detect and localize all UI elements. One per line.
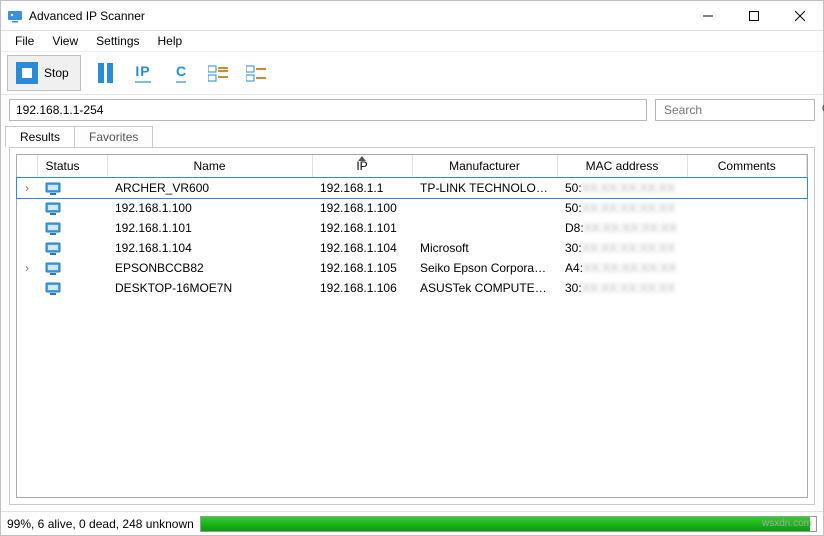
cell-name: 192.168.1.104 [107,238,312,258]
tab-favorites[interactable]: Favorites [74,126,153,147]
cell-status [37,278,107,298]
computer-icon [45,222,61,234]
col-ip[interactable]: IP [312,155,412,178]
computer-icon [45,202,61,214]
cell-name: 192.168.1.100 [107,198,312,218]
cell-name: ARCHER_VR600 [107,178,312,199]
cell-mac: D8:XX:XX:XX:XX:XX [557,218,687,238]
cell-manufacturer [412,218,557,238]
cell-ip: 192.168.1.1 [312,178,412,199]
cell-comments [687,218,807,238]
close-button[interactable] [777,1,823,31]
table-row[interactable]: 192.168.1.100192.168.1.100 50:XX:XX:XX:XX… [17,198,807,218]
col-manufacturer[interactable]: Manufacturer [412,155,557,178]
table-row[interactable]: 192.168.1.101192.168.1.101 D8:XX:XX:XX:XX… [17,218,807,238]
menu-bar: File View Settings Help [1,31,823,51]
expand-all-icon [208,64,230,82]
cell-ip: 192.168.1.101 [312,218,412,238]
cell-ip: 192.168.1.104 [312,238,412,258]
filter-row [1,95,823,125]
cell-status [37,218,107,238]
menu-file[interactable]: File [7,32,42,50]
expand-toggle[interactable]: › [17,258,37,278]
cell-manufacturer: Seiko Epson Corporati... [412,258,557,278]
expand-toggle [17,278,37,298]
content-panel: Status Name IP Manufacturer MAC address … [9,147,815,505]
cell-status [37,178,107,199]
cell-manufacturer: Microsoft [412,238,557,258]
window-title: Advanced IP Scanner [29,9,145,23]
maximize-button[interactable] [731,1,777,31]
cell-mac: 50:XX:XX:XX:XX:XX [557,198,687,218]
cell-comments [687,238,807,258]
collapse-all-button[interactable] [243,59,271,87]
computer-icon [45,242,61,254]
table-row[interactable]: › EPSONBCCB82192.168.1.105Seiko Epson Cor… [17,258,807,278]
cell-manufacturer: TP-LINK TECHNOLOG... [412,178,557,199]
cell-comments [687,278,807,298]
col-expand[interactable] [17,155,37,178]
cell-ip: 192.168.1.100 [312,198,412,218]
expand-all-button[interactable] [205,59,233,87]
cell-comments [687,198,807,218]
ip-columns-button[interactable]: IP [129,59,157,87]
menu-view[interactable]: View [44,32,86,50]
cell-manufacturer: ASUSTek COMPUTER I... [412,278,557,298]
cell-comments [687,258,807,278]
col-status[interactable]: Status [37,155,107,178]
cell-mac: 30:XX:XX:XX:XX:XX [557,278,687,298]
menu-help[interactable]: Help [150,32,191,50]
cell-comments [687,178,807,199]
expand-toggle [17,198,37,218]
watermark-text: wsxdn.com [762,518,812,529]
stop-button[interactable]: Stop [7,55,81,91]
stop-icon [16,62,38,84]
table-row[interactable]: DESKTOP-16MOE7N192.168.1.106ASUSTek COMP… [17,278,807,298]
col-comments[interactable]: Comments [687,155,807,178]
status-bar: 99%, 6 alive, 0 dead, 248 unknown wsxdn.… [1,511,823,535]
cell-ip: 192.168.1.105 [312,258,412,278]
menu-settings[interactable]: Settings [88,32,147,50]
cell-status [37,258,107,278]
col-name[interactable]: Name [107,155,312,178]
collapse-all-icon [246,64,268,82]
search-box[interactable] [655,99,815,121]
computer-icon [45,182,61,194]
expand-toggle[interactable]: › [17,178,37,199]
cell-status [37,198,107,218]
table-row[interactable]: › ARCHER_VR600192.168.1.1TP-LINK TECHNOLO… [17,178,807,199]
cell-mac: 50:XX:XX:XX:XX:XX [557,178,687,199]
table-header-row: Status Name IP Manufacturer MAC address … [17,155,807,178]
search-input[interactable] [662,102,821,118]
app-icon [7,8,23,24]
title-bar: Advanced IP Scanner [1,1,823,31]
tab-bar: Results Favorites [1,125,823,147]
class-c-button[interactable]: C [167,59,195,87]
pause-icon [98,63,113,83]
cell-mac: A4:XX:XX:XX:XX:XX [557,258,687,278]
stop-button-label: Stop [44,66,69,80]
toolbar: Stop IP C [1,51,823,95]
tab-results[interactable]: Results [5,126,75,147]
cell-manufacturer [412,198,557,218]
expand-toggle [17,218,37,238]
cell-mac: 30:XX:XX:XX:XX:XX [557,238,687,258]
results-table: Status Name IP Manufacturer MAC address … [17,155,807,298]
status-text: 99%, 6 alive, 0 dead, 248 unknown [7,517,194,531]
computer-icon [45,262,61,274]
cell-ip: 192.168.1.106 [312,278,412,298]
pause-button[interactable] [91,59,119,87]
table-row[interactable]: 192.168.1.104192.168.1.104Microsoft30:XX… [17,238,807,258]
cell-name: DESKTOP-16MOE7N [107,278,312,298]
progress-bar: wsxdn.com [200,516,817,532]
computer-icon [45,282,61,294]
cell-name: 192.168.1.101 [107,218,312,238]
cell-status [37,238,107,258]
cell-name: EPSONBCCB82 [107,258,312,278]
minimize-button[interactable] [685,1,731,31]
col-mac[interactable]: MAC address [557,155,687,178]
ip-range-input[interactable] [9,99,647,121]
expand-toggle [17,238,37,258]
